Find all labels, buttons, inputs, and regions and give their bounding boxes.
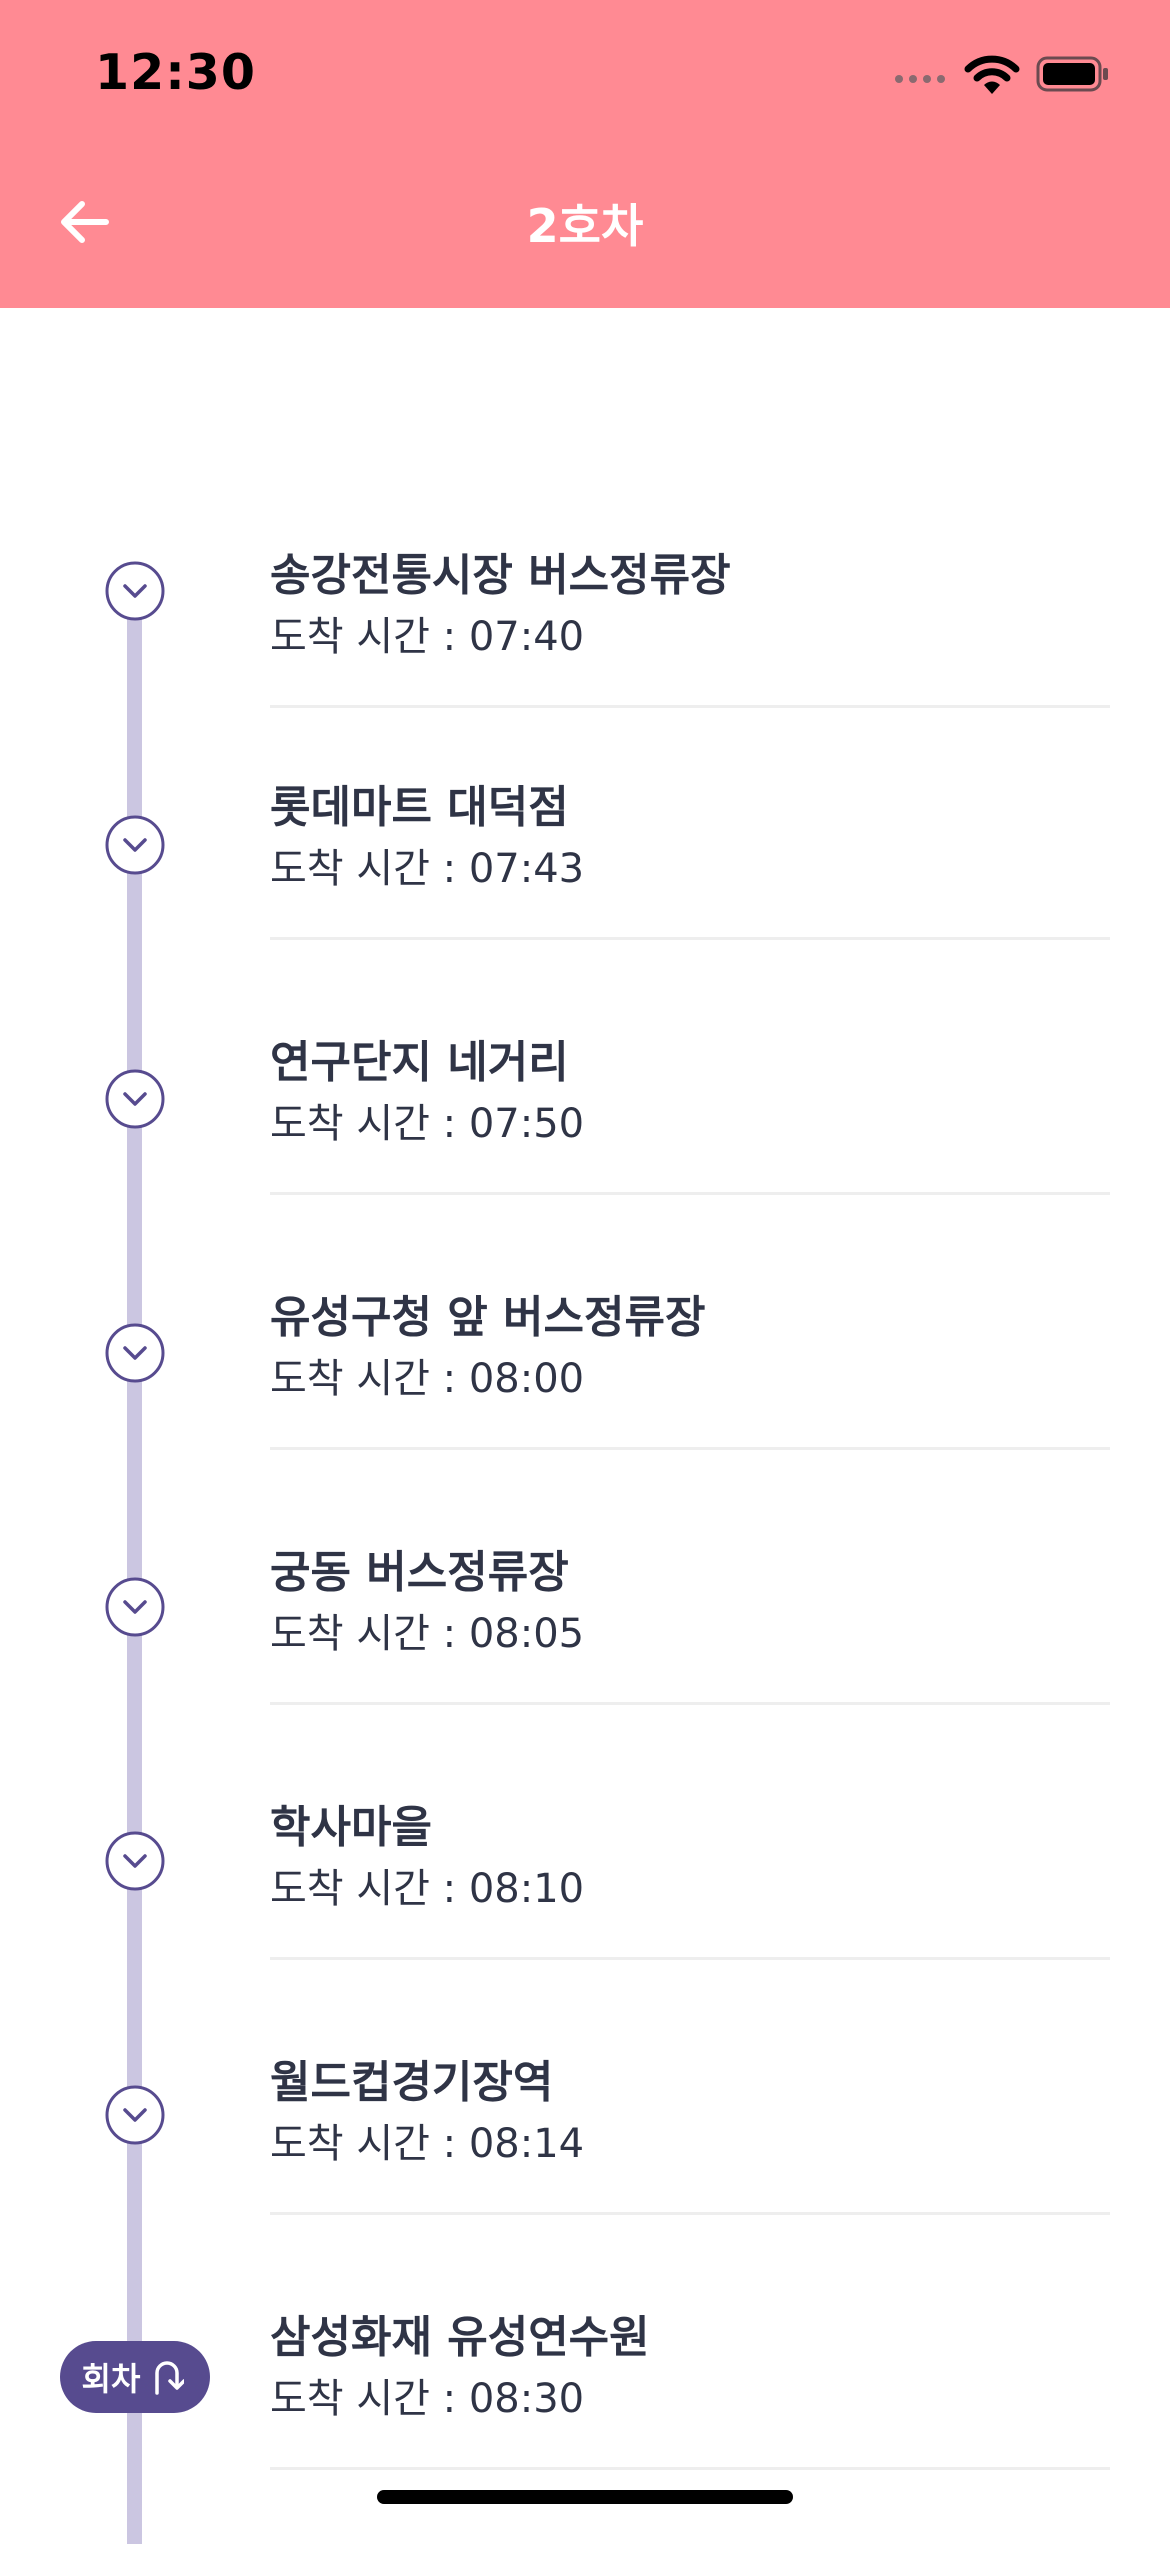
chevron-down-circle-icon [105,815,165,875]
divider [270,1957,1110,1960]
wifi-icon [964,55,1020,94]
stop-name: 월드컵경기장역 [270,2057,554,2108]
stop-item[interactable]: 송강전통시장 버스정류장 도착 시간 : 07:40 [0,519,1170,774]
status-icons [894,52,1114,96]
header-bar: 12:30 2호차 [0,0,1170,308]
divider [270,2212,1110,2215]
battery-icon [1036,56,1108,92]
divider [270,1447,1110,1450]
chevron-down-circle-icon [105,1323,165,1383]
arrival-time: 도착 시간 : 08:05 [270,1611,585,1657]
stop-item[interactable]: 궁동 버스정류장 도착 시간 : 08:05 [0,1539,1170,1794]
arrival-time: 도착 시간 : 08:10 [270,1866,585,1912]
divider [270,1702,1110,1705]
page-title: 2호차 [526,199,644,253]
stop-name: 롯데마트 대덕점 [270,782,569,833]
stop-item[interactable]: 유성구청 앞 버스정류장 도착 시간 : 08:00 [0,1284,1170,1539]
turnaround-badge: 회차 [60,2341,210,2413]
stop-name: 궁동 버스정류장 [270,1547,569,1598]
chevron-down-circle-icon [105,561,165,621]
turnaround-label: 회차 [81,2360,141,2398]
status-time: 12:30 [95,44,256,101]
stop-item[interactable]: 월드컵경기장역 도착 시간 : 08:14 [0,2049,1170,2304]
divider [270,937,1110,940]
chevron-down-circle-icon [105,2085,165,2145]
stop-name: 연구단지 네거리 [270,1037,569,1088]
stop-name: 유성구청 앞 버스정류장 [270,1292,706,1343]
arrival-time: 도착 시간 : 08:30 [270,2376,585,2422]
arrival-time: 도착 시간 : 07:40 [270,614,585,660]
stop-item[interactable]: 학사마을 도착 시간 : 08:10 [0,1794,1170,2049]
arrival-time: 도착 시간 : 08:14 [270,2121,585,2167]
stop-name: 삼성화재 유성연수원 [270,2312,650,2363]
divider [270,705,1110,708]
stop-item[interactable]: 연구단지 네거리 도착 시간 : 07:50 [0,1029,1170,1284]
divider [270,2467,1110,2470]
stop-item[interactable]: 롯데마트 대덕점 도착 시간 : 07:43 [0,774,1170,1029]
divider [270,1192,1110,1195]
chevron-down-circle-icon [105,1831,165,1891]
home-indicator[interactable] [377,2490,793,2504]
chevron-down-circle-icon [105,1069,165,1129]
cellular-signal-icon [895,75,945,83]
arrival-time: 도착 시간 : 07:50 [270,1101,585,1147]
stop-name: 학사마을 [270,1802,432,1853]
stop-name: 송강전통시장 버스정류장 [270,550,731,601]
chevron-down-circle-icon [105,1577,165,1637]
u-turn-icon [155,2361,185,2395]
arrival-time: 도착 시간 : 08:00 [270,1356,585,1402]
arrival-time: 도착 시간 : 07:43 [270,846,585,892]
